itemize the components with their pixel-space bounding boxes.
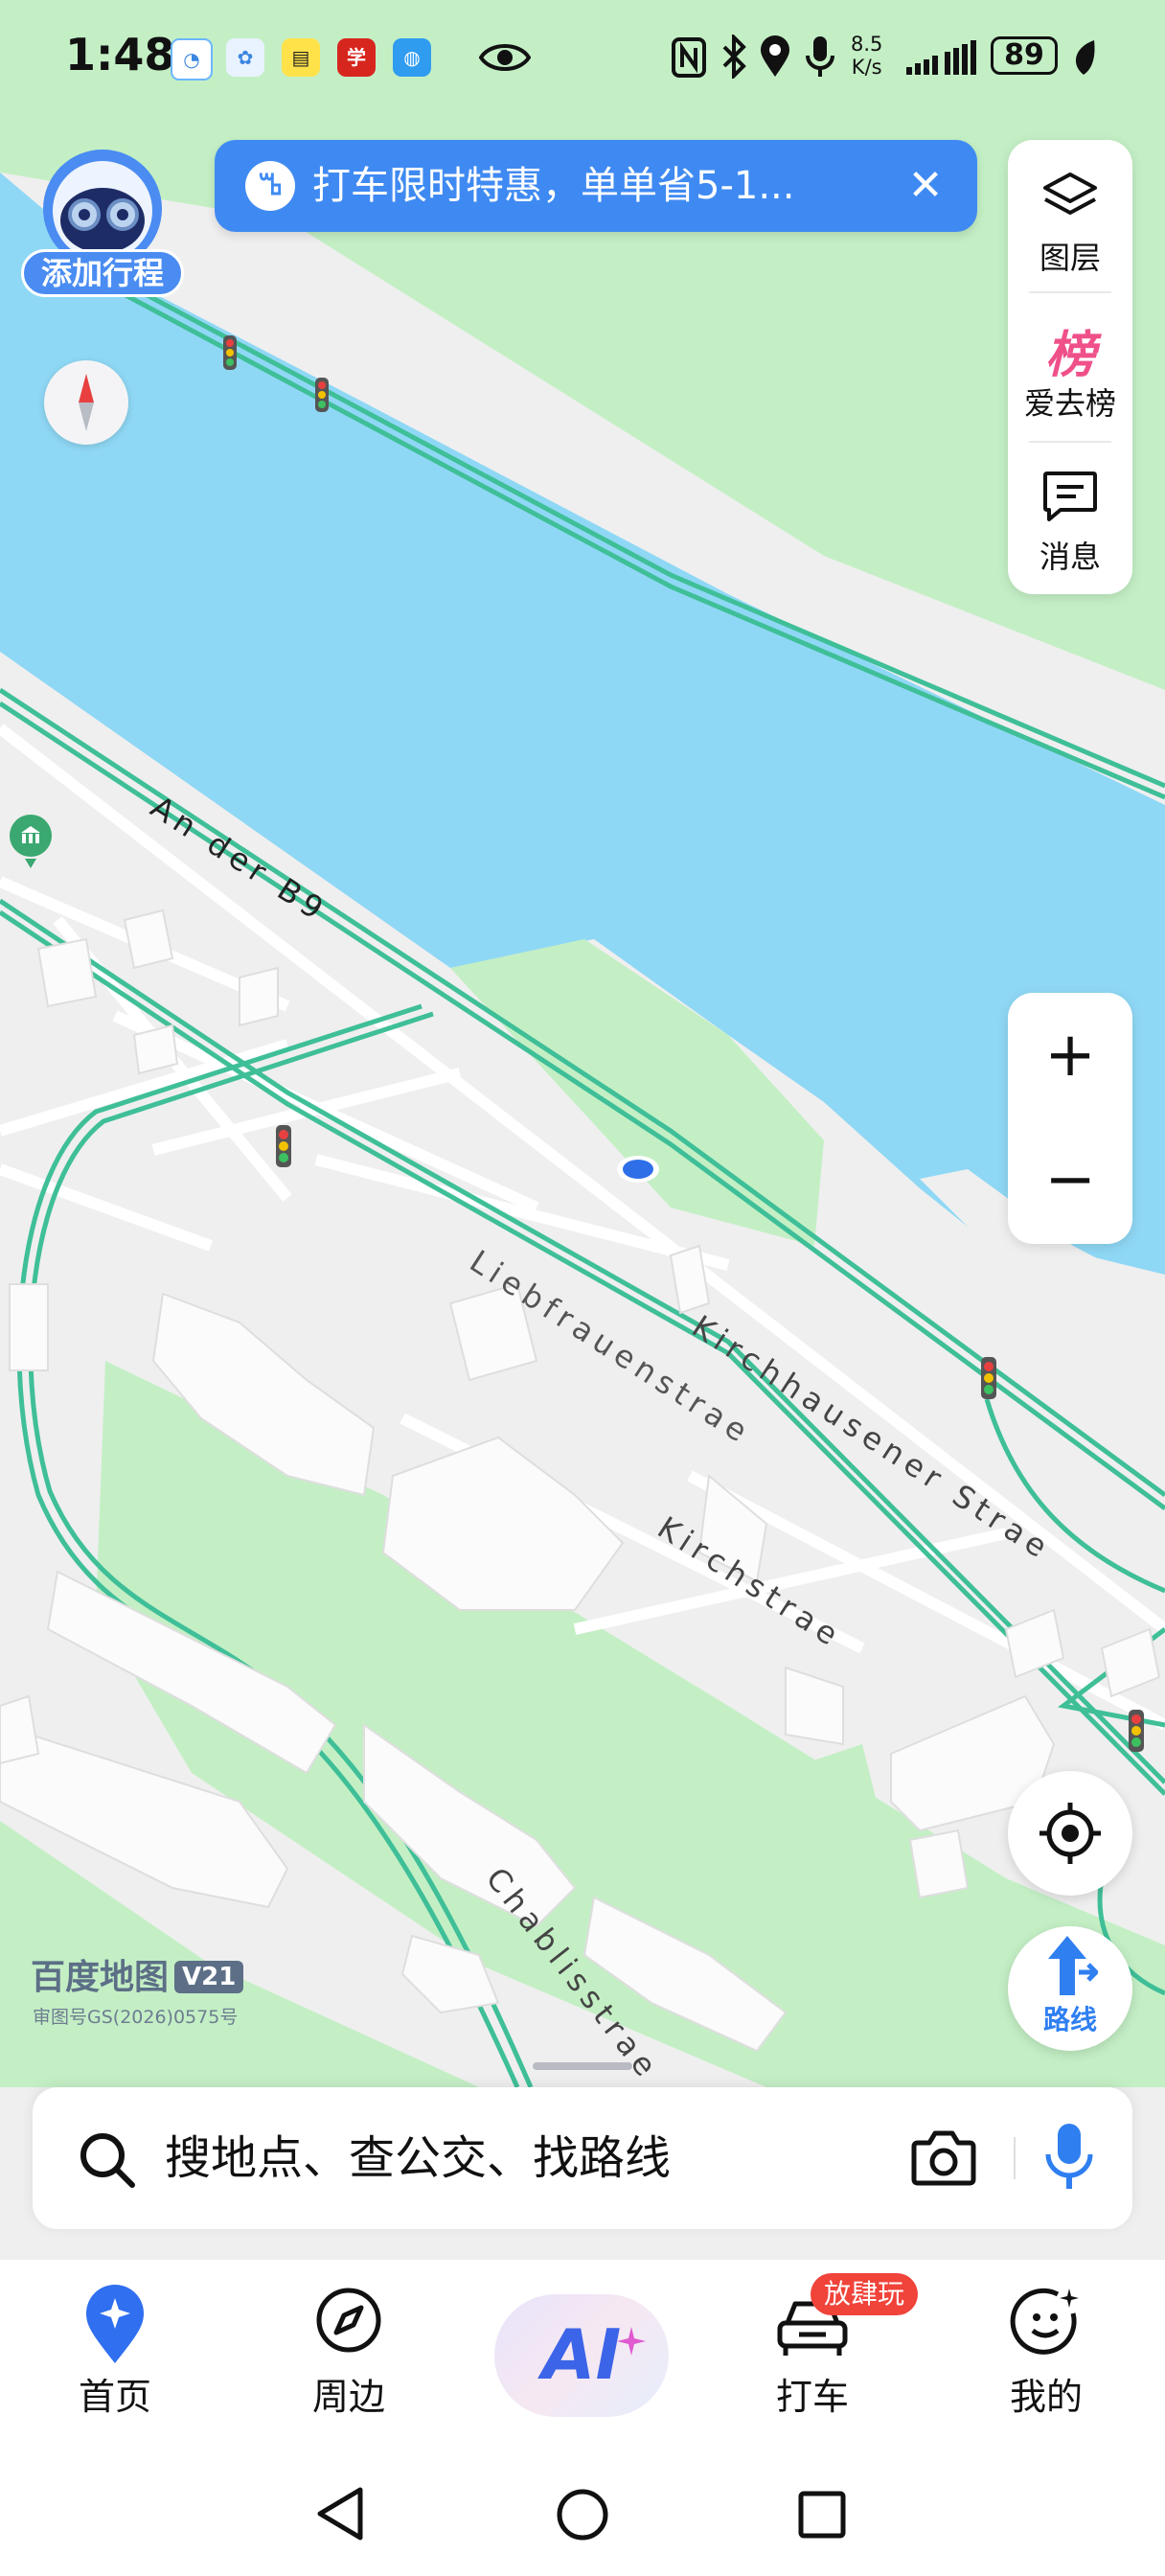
search-icon xyxy=(80,2133,135,2188)
bluetooth-icon xyxy=(722,34,746,79)
message-icon xyxy=(1043,472,1097,521)
community-app-icon: ✿ xyxy=(226,38,264,77)
map-screen: An der B9 Liebfrauenstrae Kirchhausener … xyxy=(0,0,1165,2576)
ranking-button[interactable]: 榜 爱去榜 xyxy=(1008,303,1132,437)
photo-app-icon: ◔ xyxy=(171,38,213,80)
zoom-in-button[interactable]: + xyxy=(1008,993,1132,1117)
map-tool-panel: 图层 榜 爱去榜 消息 xyxy=(1008,140,1132,594)
nfc-icon xyxy=(672,37,706,78)
taxi-promo-text: 打车限时特惠，单单省5-1... xyxy=(312,164,795,208)
search-input[interactable]: 搜地点、查公交、找路线 xyxy=(165,2131,671,2185)
locate-icon xyxy=(1039,1803,1101,1864)
ranking-label: 爱去榜 xyxy=(1023,385,1116,422)
map-approval-number: 审图号GS(2026)0575号 xyxy=(33,2007,239,2028)
nav-mine[interactable]: 我的 xyxy=(960,2260,1132,2451)
close-icon[interactable]: ✕ xyxy=(897,157,954,215)
taxi-promo-banner[interactable]: ꕰ 打车限时特惠，单单省5-1... ✕ xyxy=(215,140,977,232)
brand-logo: 百度地图 V21 xyxy=(31,1949,244,1999)
leaf-icon xyxy=(1075,40,1095,75)
home-icon[interactable] xyxy=(554,2486,611,2543)
back-icon[interactable] xyxy=(312,2484,370,2543)
current-location-marker xyxy=(617,1156,659,1183)
nav-home[interactable]: 首页 xyxy=(29,2260,201,2451)
camera-icon[interactable] xyxy=(910,2129,977,2187)
layers-button[interactable]: 图层 xyxy=(1008,153,1132,288)
brand-version: V21 xyxy=(174,1961,244,1993)
taxi-promo-logo-icon: ꕰ xyxy=(245,161,295,211)
robot-mascot-icon xyxy=(43,150,162,266)
messages-label: 消息 xyxy=(1039,539,1101,575)
net-speed-unit: K/s xyxy=(851,56,882,79)
compass-nav-icon xyxy=(316,2288,381,2353)
status-time: 1:48 xyxy=(65,29,175,80)
sparkle-icon xyxy=(617,2327,646,2356)
brand-name: 百度地图 xyxy=(31,1958,170,1997)
locate-me-button[interactable] xyxy=(1008,1771,1132,1896)
layers-label: 图层 xyxy=(1039,240,1101,276)
search-bar[interactable]: 搜地点、查公交、找路线 xyxy=(33,2087,1132,2229)
signal-icon xyxy=(906,40,976,75)
system-nav-bar xyxy=(0,2451,1165,2576)
taxi-badge: 放肆玩 xyxy=(811,2273,919,2315)
divider xyxy=(1014,2137,1016,2179)
add-trip-assistant[interactable]: 添加行程 xyxy=(21,142,184,305)
note-app-icon: ▤ xyxy=(282,38,320,77)
nav-taxi-label: 打车 xyxy=(775,2376,849,2418)
nav-home-label: 首页 xyxy=(78,2376,151,2418)
drag-handle[interactable] xyxy=(533,2062,632,2070)
compass-icon xyxy=(79,374,94,431)
net-speed-value: 8.5 xyxy=(851,33,883,56)
recents-icon[interactable] xyxy=(795,2488,849,2542)
home-pin-icon xyxy=(86,2285,144,2363)
zoom-out-button[interactable]: − xyxy=(1008,1117,1132,1242)
bottom-nav: 首页 周边 AI 打车 放肆玩 我的 xyxy=(0,2260,1165,2451)
messages-button[interactable]: 消息 xyxy=(1008,452,1132,586)
status-bar: 1:48 ◔ ✿ ▤ 学 ◍ 8.5 K/s 89 xyxy=(0,0,1165,115)
nav-mine-label: 我的 xyxy=(1009,2376,1083,2418)
add-trip-label: 添加行程 xyxy=(21,249,184,297)
microphone-status-icon xyxy=(806,36,834,77)
nav-nearby-label: 周边 xyxy=(311,2376,385,2418)
location-icon xyxy=(761,35,789,77)
smiley-icon xyxy=(1010,2288,1079,2355)
battery-indicator: 89 xyxy=(991,36,1058,75)
eye-icon xyxy=(479,44,531,71)
net-speed: 8.5 K/s xyxy=(851,33,882,79)
nav-ai-button[interactable]: AI xyxy=(494,2294,669,2417)
compass-app-icon: ◍ xyxy=(393,38,431,77)
layers-icon xyxy=(1043,172,1097,215)
study-app-icon: 学 xyxy=(337,38,376,77)
route-label: 路线 xyxy=(1042,2004,1097,2036)
compass-button[interactable] xyxy=(44,360,128,445)
route-button[interactable]: 路线 xyxy=(1008,1926,1132,2051)
ranking-icon: 榜 xyxy=(1044,327,1095,384)
route-arrow-icon xyxy=(1048,1936,1098,1995)
divider xyxy=(1029,441,1111,443)
nav-nearby[interactable]: 周边 xyxy=(263,2260,435,2451)
divider xyxy=(1029,291,1111,293)
microphone-icon[interactable] xyxy=(1042,2120,1096,2196)
zoom-control: + − xyxy=(1008,993,1132,1244)
